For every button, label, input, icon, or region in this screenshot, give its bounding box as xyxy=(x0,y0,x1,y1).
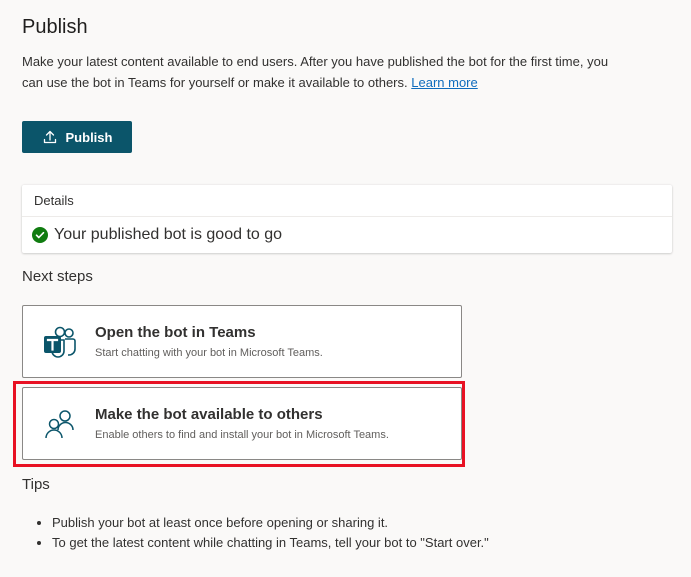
tips-list: Publish your bot at least once before op… xyxy=(36,513,489,553)
details-card: Details Your published bot is good to go xyxy=(22,185,672,253)
details-header: Details xyxy=(22,185,672,217)
step-subtitle: Enable others to find and install your b… xyxy=(95,429,389,441)
make-available-card[interactable]: Make the bot available to others Enable … xyxy=(22,387,462,460)
learn-more-link[interactable]: Learn more xyxy=(411,75,477,90)
publish-button-label: Publish xyxy=(65,129,113,145)
upload-icon xyxy=(43,130,56,144)
next-steps-heading: Next steps xyxy=(22,268,93,285)
description-text: Make your latest content available to en… xyxy=(22,54,609,90)
tips-heading: Tips xyxy=(22,476,50,493)
status-text: Your published bot is good to go xyxy=(54,225,283,243)
page-description: Make your latest content available to en… xyxy=(22,51,622,93)
step-title: Make the bot available to others xyxy=(95,406,323,423)
step-title: Open the bot in Teams xyxy=(95,324,256,341)
page-title: Publish xyxy=(22,16,88,38)
people-icon xyxy=(45,410,74,439)
tip-item: Publish your bot at least once before op… xyxy=(52,513,489,533)
details-status: Your published bot is good to go xyxy=(22,217,672,252)
checkmark-circle-icon xyxy=(32,226,48,243)
step-subtitle: Start chatting with your bot in Microsof… xyxy=(95,347,323,359)
teams-icon xyxy=(44,326,76,358)
open-in-teams-card[interactable]: Open the bot in Teams Start chatting wit… xyxy=(22,305,462,378)
tip-item: To get the latest content while chatting… xyxy=(52,533,489,553)
publish-button[interactable]: Publish xyxy=(22,121,132,153)
